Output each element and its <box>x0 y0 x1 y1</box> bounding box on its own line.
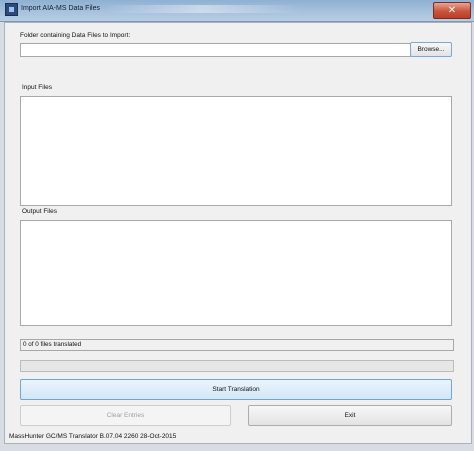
app-icon <box>5 3 18 16</box>
exit-button[interactable]: Exit <box>248 405 452 426</box>
progress-bar <box>20 360 454 372</box>
start-translation-button[interactable]: Start Translation <box>20 379 452 400</box>
version-text: MassHunter GC/MS Translator B.07.04 2260… <box>9 433 177 440</box>
input-files-list[interactable] <box>20 96 452 206</box>
status-text: 0 of 0 files translated <box>20 339 454 351</box>
dialog-client-area: Folder containing Data Files to Import: … <box>4 22 472 444</box>
folder-path-input[interactable] <box>20 43 411 57</box>
title-bar: Import AIA-MS Data Files ✕ <box>0 0 474 22</box>
input-files-label: Input Files <box>22 84 52 91</box>
close-button[interactable]: ✕ <box>433 2 471 19</box>
title-bar-background <box>105 5 300 13</box>
browse-button[interactable]: Browse... <box>410 42 452 57</box>
output-files-label: Output Files <box>22 208 58 215</box>
folder-label: Folder containing Data Files to Import: <box>20 32 131 39</box>
output-files-list[interactable] <box>20 220 452 326</box>
clear-entries-button: Clear Entries <box>20 405 231 426</box>
window-title: Import AIA-MS Data Files <box>21 5 100 12</box>
